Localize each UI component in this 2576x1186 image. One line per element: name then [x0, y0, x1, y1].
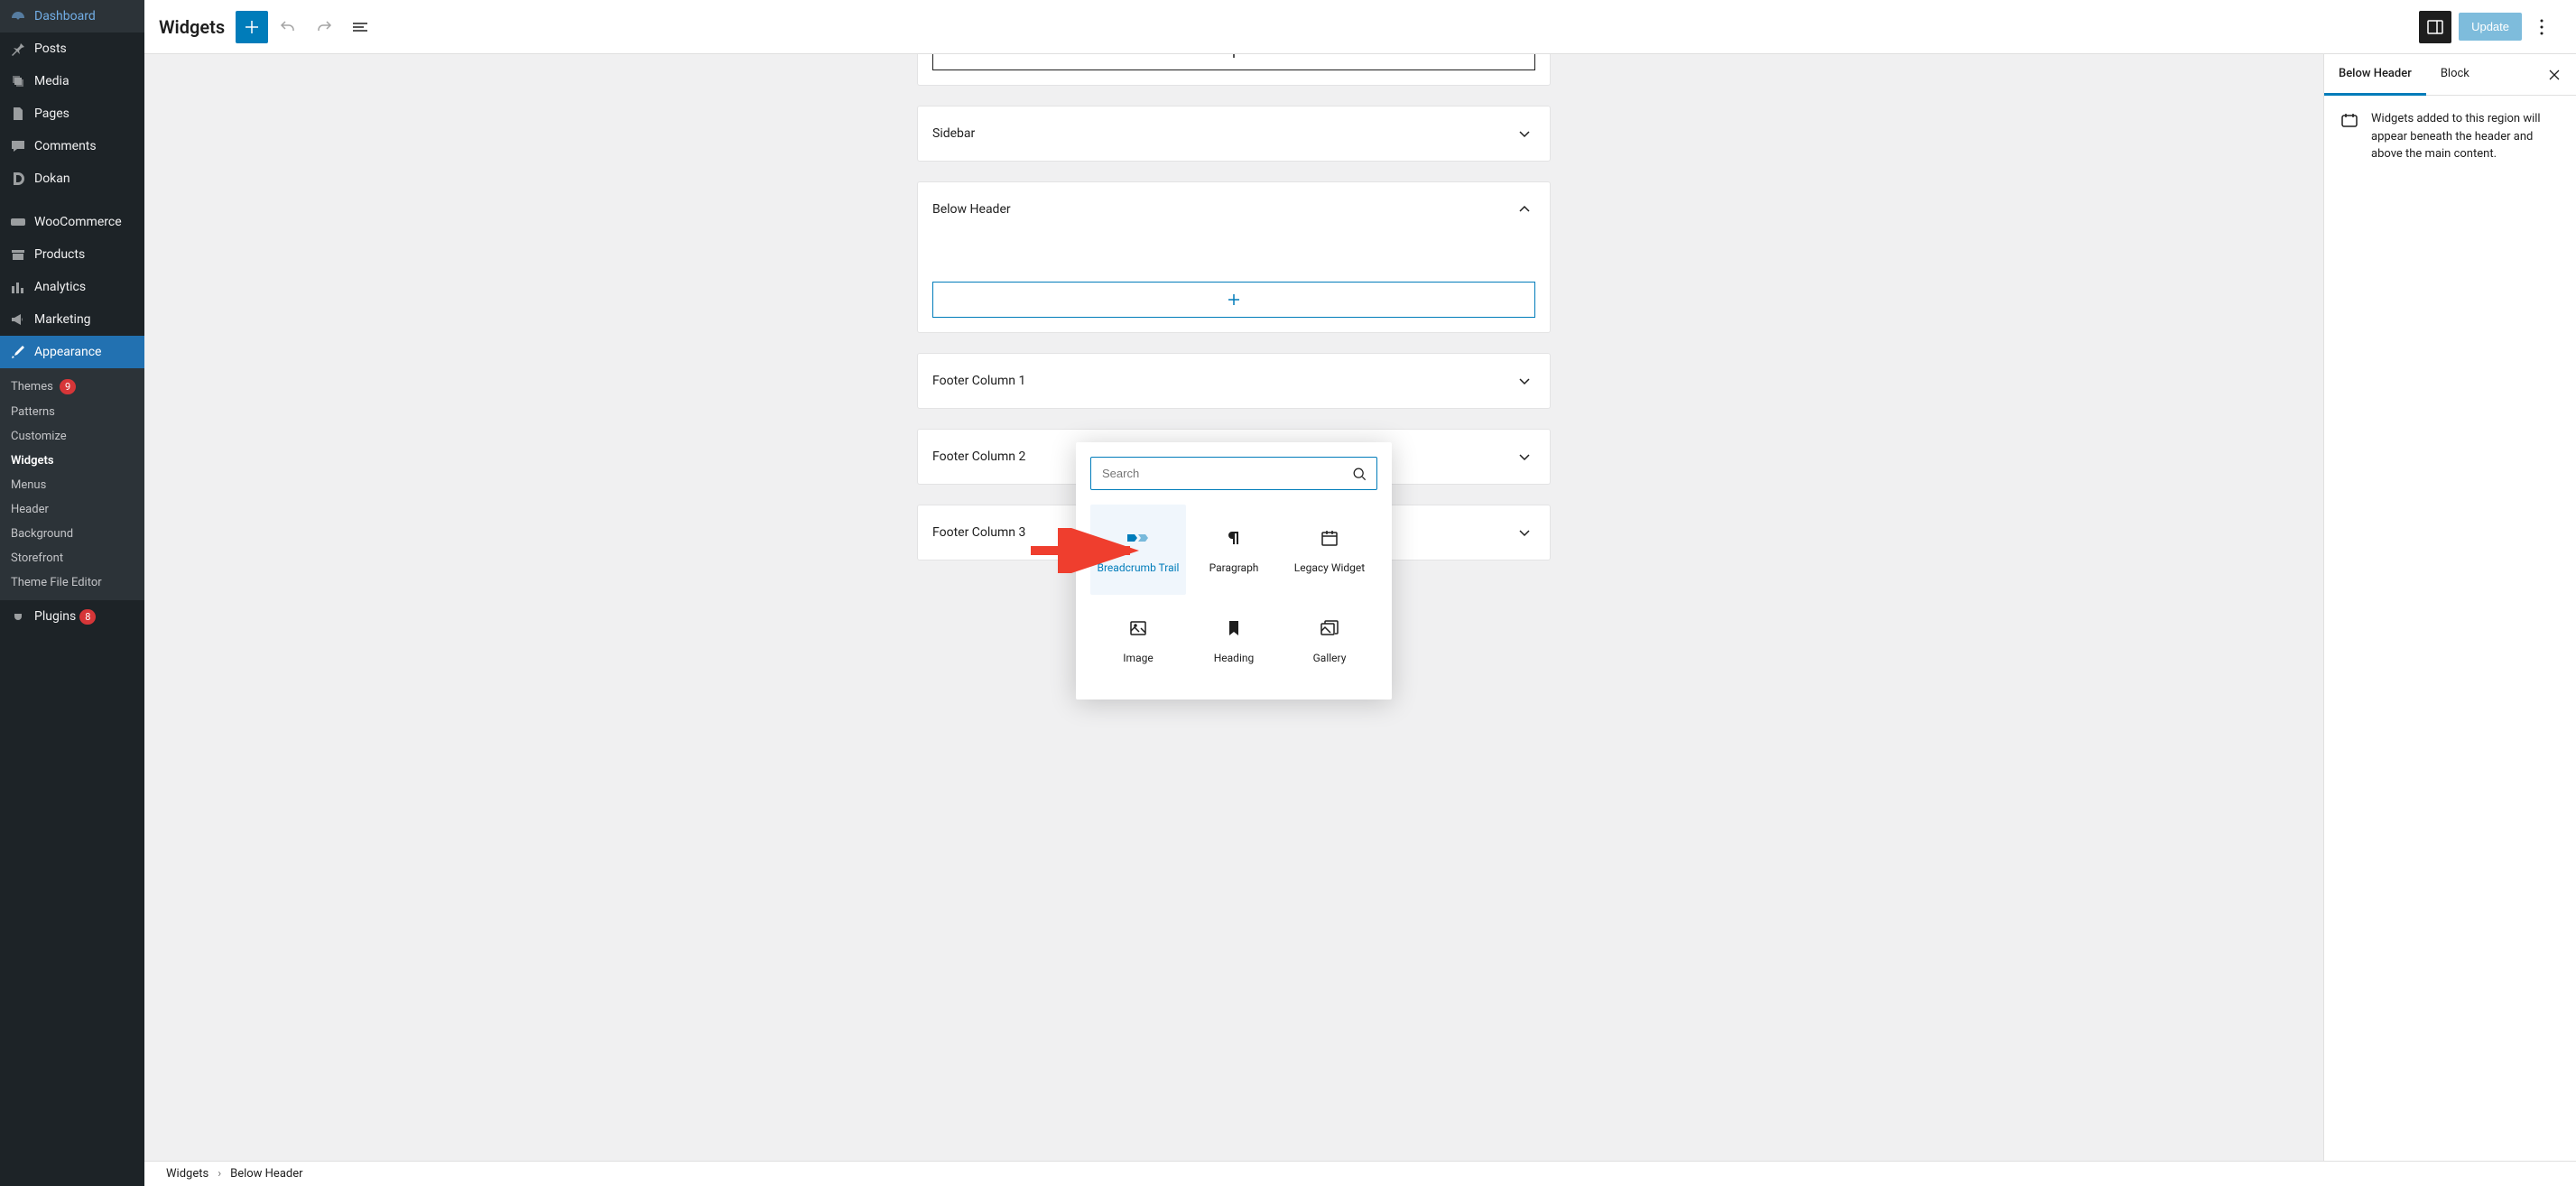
admin-menu-woocommerce[interactable]: WooCommerce — [0, 206, 144, 238]
admin-menu-plugins[interactable]: Plugins8 — [0, 600, 144, 633]
update-button[interactable]: Update — [2459, 13, 2522, 41]
comment-icon — [9, 137, 27, 155]
settings-panel-toggle[interactable] — [2419, 11, 2451, 43]
plug-icon — [9, 607, 27, 625]
chevron-down-icon — [1514, 123, 1535, 144]
chart-icon — [9, 278, 27, 296]
widget-area-description: Widgets added to this region will appear… — [2371, 110, 2562, 163]
block-option-gallery[interactable]: Gallery — [1282, 595, 1377, 685]
breadcrumb-current[interactable]: Below Header — [230, 1167, 302, 1181]
chevron-down-icon — [1514, 446, 1535, 468]
chevron-down-icon — [1514, 370, 1535, 392]
admin-menu-products[interactable]: Products — [0, 238, 144, 271]
chevron-up-icon — [1514, 199, 1535, 220]
breadcrumb-icon — [1126, 525, 1151, 551]
admin-menu-posts[interactable]: Posts — [0, 32, 144, 65]
woo-icon — [9, 213, 27, 231]
close-settings-button[interactable] — [2533, 57, 2576, 93]
widget-area-header[interactable]: Sidebar — [918, 107, 1550, 161]
editor-canvas: SidebarBelow HeaderFooter Column 1Footer… — [144, 54, 2323, 1161]
admin-menu-comments[interactable]: Comments — [0, 130, 144, 162]
undo-button[interactable] — [272, 11, 304, 43]
paragraph-icon — [1223, 525, 1245, 551]
widget-area-header[interactable]: Footer Column 1 — [918, 354, 1550, 408]
submenu-themes[interactable]: Themes 9 — [0, 374, 144, 400]
dashboard-icon — [9, 7, 27, 25]
chevron-down-icon — [1514, 522, 1535, 543]
tab-block[interactable]: Block — [2426, 54, 2484, 96]
submenu-header[interactable]: Header — [0, 497, 144, 522]
admin-menu-analytics[interactable]: Analytics — [0, 271, 144, 303]
submenu-theme-file-editor[interactable]: Theme File Editor — [0, 570, 144, 595]
chevron-right-icon: › — [218, 1167, 221, 1181]
submenu-customize[interactable]: Customize — [0, 424, 144, 449]
archive-icon — [9, 246, 27, 264]
widget-area-header[interactable]: Below Header — [918, 182, 1550, 236]
block-search-input[interactable] — [1090, 457, 1377, 490]
breadcrumb-root[interactable]: Widgets — [166, 1167, 208, 1181]
page-title: Widgets — [159, 16, 225, 38]
admin-menu-media[interactable]: Media — [0, 65, 144, 97]
gallery-icon — [1319, 616, 1340, 641]
admin-menu-marketing[interactable]: Marketing — [0, 303, 144, 336]
media-icon — [9, 72, 27, 90]
bookmark-icon — [1223, 616, 1245, 641]
calendar-icon — [1319, 525, 1340, 551]
submenu-storefront[interactable]: Storefront — [0, 546, 144, 570]
admin-menu-dokan[interactable]: Dokan — [0, 162, 144, 195]
megaphone-icon — [9, 310, 27, 329]
list-view-button[interactable] — [344, 11, 376, 43]
block-inserter-popover: Breadcrumb TrailParagraphLegacy Widget Im… — [1076, 442, 1392, 700]
admin-menu-dashboard[interactable]: Dashboard — [0, 0, 144, 32]
brush-icon — [9, 343, 27, 361]
submenu-background[interactable]: Background — [0, 522, 144, 546]
block-option-heading[interactable]: Heading — [1186, 595, 1282, 685]
add-block-toggle[interactable] — [236, 11, 268, 43]
add-block-button[interactable] — [932, 282, 1535, 318]
admin-menu-appearance[interactable]: Appearance — [0, 336, 144, 368]
block-option-breadcrumb-trail[interactable]: Breadcrumb Trail — [1090, 505, 1186, 595]
search-icon — [1350, 465, 1368, 483]
widget-area-below-header: Below Header — [918, 182, 1550, 332]
tab-widget-area[interactable]: Below Header — [2324, 54, 2426, 96]
block-option-paragraph[interactable]: Paragraph — [1186, 505, 1282, 595]
image-icon — [1127, 616, 1149, 641]
submenu-patterns[interactable]: Patterns — [0, 400, 144, 424]
block-option-legacy-widget[interactable]: Legacy Widget — [1282, 505, 1377, 595]
admin-sidebar: DashboardPostsMediaPagesCommentsDokan Woo… — [0, 0, 144, 1186]
admin-menu-pages[interactable]: Pages — [0, 97, 144, 130]
add-block-button[interactable] — [932, 54, 1535, 70]
dokan-icon — [9, 170, 27, 188]
editor-topbar: Widgets Update — [144, 0, 2576, 54]
submenu-menus[interactable]: Menus — [0, 473, 144, 497]
block-option-image[interactable]: Image — [1090, 595, 1186, 685]
options-menu[interactable] — [2525, 11, 2558, 43]
page-icon — [9, 105, 27, 123]
redo-button[interactable] — [308, 11, 340, 43]
widget-area-sidebar: Sidebar — [918, 107, 1550, 161]
badge: 9 — [60, 379, 76, 394]
submenu-widgets[interactable]: Widgets — [0, 449, 144, 473]
widget-area-icon — [2339, 110, 2360, 163]
pin-icon — [9, 40, 27, 58]
settings-sidebar: Below Header Block Widgets added to this… — [2323, 54, 2576, 1161]
badge: 8 — [79, 609, 96, 625]
block-breadcrumb: Widgets › Below Header — [144, 1161, 2576, 1186]
widget-area-footer-column-1: Footer Column 1 — [918, 354, 1550, 408]
